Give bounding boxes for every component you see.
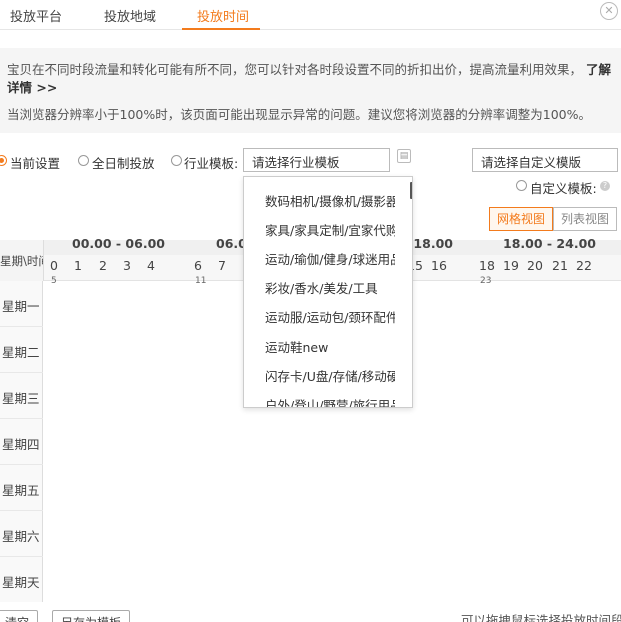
hour-label: 22 [576,258,592,273]
row-divider [0,326,43,327]
dropdown-item[interactable]: 运动服/运动包/颈环配件 [265,307,395,326]
save-as-template-button[interactable]: 另存为模板 [52,610,131,622]
tab-bar: 投放平台 投放地域 投放时间 [0,0,621,30]
dropdown-item[interactable]: 数码相机/摄像机/摄影器材 [265,191,395,210]
grid-view-button[interactable]: 网格视图 [489,207,553,231]
clear-button[interactable]: 清空 [0,610,39,622]
day-label: 星期四 [2,437,40,452]
hour-label: 0 [50,258,58,273]
label-all-day: 全日制投放 [92,156,155,171]
hour-label: 6 [194,258,202,273]
hour-label: 2 [99,258,107,273]
hour-label: 16 [431,258,447,273]
hour-label: 1 [74,258,82,273]
list-view-button[interactable]: 列表视图 [553,207,617,231]
drag-hint: 可以拖拽鼠标选择投放时间段 [461,613,621,622]
tab-platform[interactable]: 投放平台 [10,6,62,25]
label-industry-template: 行业模板: [184,156,239,171]
notice-line-1: 宝贝在不同时段流量和转化可能有所不同，您可以针对各时段设置不同的折扣出价，提高流… [7,61,612,97]
label-custom-template: 自定义模板: [530,181,597,196]
dropdown-item[interactable]: 运动鞋new [265,337,395,356]
hour-label: 21 [552,258,568,273]
row-divider [0,510,43,511]
label-current-setting: 当前设置 [10,156,61,171]
close-icon[interactable]: ✕ [600,2,618,20]
day-column: 星期一 星期二 星期三 星期四 星期五 星期六 星期天 [0,281,43,602]
tab-region[interactable]: 投放地域 [104,6,156,25]
hour-label: 11 [195,276,207,286]
dropdown-item[interactable]: 闪存卡/U盘/存储/移动硬盘 [265,366,395,385]
radio-industry-template[interactable] [171,155,182,166]
row-divider [0,418,43,419]
radio-custom-template[interactable] [516,180,527,191]
industry-template-dropdown[interactable]: 数码相机/摄像机/摄影器材 家具/家具定制/宜家代购 运动/瑜伽/健身/球迷用品… [243,176,413,408]
notice-line-2: 当浏览器分辨率小于100%时，该页面可能出现显示异常的问题。建议您将浏览器的分辨… [7,107,591,122]
row-divider [0,556,43,557]
active-tab-indicator [182,28,260,30]
help-icon[interactable]: ? [600,181,610,191]
day-label: 星期一 [2,299,40,314]
hour-label: 18 [479,258,495,273]
dropdown-scrollbar[interactable] [410,182,412,199]
day-label: 星期六 [2,529,40,544]
hour-label: 20 [527,258,543,273]
notice-text: 宝贝在不同时段流量和转化可能有所不同，您可以针对各时段设置不同的折扣出价，提高流… [7,62,583,77]
day-label: 星期五 [2,483,40,498]
day-label: 星期二 [2,345,40,360]
dropdown-item[interactable]: 家具/家具定制/宜家代购 [265,220,395,239]
grid-corner-label: 星期\时间 [0,240,44,281]
dropdown-item[interactable]: 运动/瑜伽/健身/球迷用品 [265,249,395,268]
day-label: 星期三 [2,391,40,406]
row-divider [0,372,43,373]
dropdown-item[interactable]: 彩妆/香水/美发/工具 [265,278,395,297]
hour-label: 5 [51,276,57,286]
tab-time[interactable]: 投放时间 [197,6,249,25]
hour-label: 23 [480,276,492,286]
hour-label: 4 [147,258,155,273]
hour-label: 19 [503,258,519,273]
hour-label: 3 [123,258,131,273]
day-label: 星期天 [2,575,40,590]
hour-label: 7 [218,258,226,273]
range-label: 18.00 - 24.00 [503,236,596,251]
custom-template-select[interactable]: 请选择自定义模版 [472,148,618,172]
notice-panel: 宝贝在不同时段流量和转化可能有所不同，您可以针对各时段设置不同的折扣出价，提高流… [0,48,621,133]
industry-template-select[interactable]: 请选择行业模板 [243,148,390,172]
row-divider [0,464,43,465]
dropdown-item[interactable]: 户外/登山/野营/旅行用品 [265,395,395,407]
radio-all-day[interactable] [78,155,89,166]
radio-current-setting[interactable] [0,155,7,166]
range-label: 00.00 - 06.00 [72,236,165,251]
template-edit-icon[interactable]: ▤ [397,149,411,163]
